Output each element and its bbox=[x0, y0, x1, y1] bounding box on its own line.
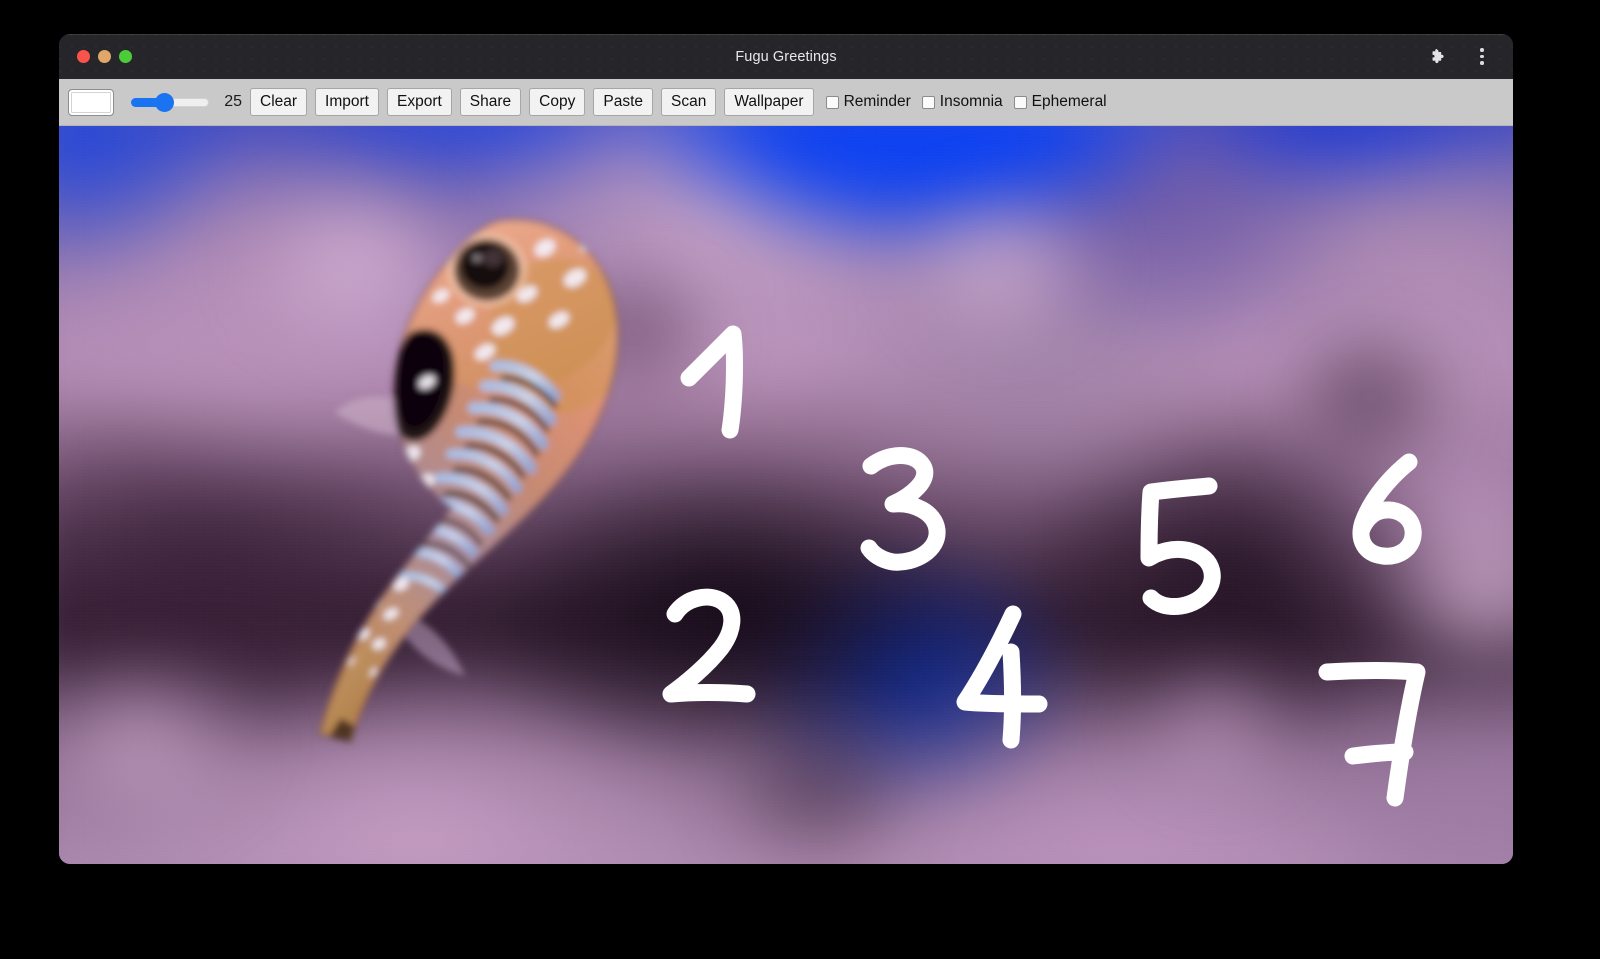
screen: Fugu Greetings 25 Clear Import Export Sh… bbox=[0, 0, 1600, 959]
color-picker-input[interactable] bbox=[68, 88, 114, 116]
ephemeral-checkbox[interactable]: Ephemeral bbox=[1013, 93, 1107, 111]
insomnia-checkbox-label: Insomnia bbox=[939, 93, 1003, 110]
menu-icon[interactable] bbox=[1471, 46, 1493, 68]
title-bar-actions bbox=[1427, 46, 1499, 68]
insomnia-checkbox-box[interactable] bbox=[921, 95, 935, 109]
wallpaper-button[interactable]: Wallpaper bbox=[724, 87, 814, 117]
export-button[interactable]: Export bbox=[386, 87, 452, 117]
reminder-checkbox-label: Reminder bbox=[843, 93, 911, 110]
import-button[interactable]: Import bbox=[315, 87, 379, 117]
minimize-window-button[interactable] bbox=[98, 50, 111, 63]
kebab-dots bbox=[1480, 48, 1484, 65]
share-button[interactable]: Share bbox=[459, 87, 522, 117]
toolbar-checkboxes: Reminder Insomnia Ephemeral bbox=[825, 93, 1116, 111]
drawing-canvas[interactable] bbox=[59, 126, 1513, 864]
reminder-checkbox[interactable]: Reminder bbox=[825, 93, 911, 111]
app-toolbar: 25 Clear Import Export Share Copy Paste … bbox=[59, 79, 1513, 126]
copy-button[interactable]: Copy bbox=[529, 87, 586, 117]
slider-value-label: 25 bbox=[224, 93, 242, 110]
close-window-button[interactable] bbox=[77, 50, 90, 63]
ephemeral-checkbox-box[interactable] bbox=[1013, 95, 1027, 109]
scan-button[interactable]: Scan bbox=[661, 87, 717, 117]
paste-button[interactable]: Paste bbox=[593, 87, 653, 117]
reminder-checkbox-box[interactable] bbox=[825, 95, 839, 109]
clear-button[interactable]: Clear bbox=[250, 87, 308, 117]
title-bar: Fugu Greetings bbox=[59, 34, 1513, 79]
maximize-window-button[interactable] bbox=[119, 50, 132, 63]
insomnia-checkbox[interactable]: Insomnia bbox=[921, 93, 1003, 111]
ephemeral-checkbox-label: Ephemeral bbox=[1031, 93, 1107, 110]
browser-window: Fugu Greetings 25 Clear Import Export Sh… bbox=[59, 34, 1513, 864]
slider-thumb[interactable] bbox=[154, 92, 174, 112]
stroke-width-slider[interactable] bbox=[131, 91, 209, 113]
page-title: Fugu Greetings bbox=[735, 48, 837, 65]
window-controls bbox=[77, 50, 132, 63]
reef-photo-blobs bbox=[59, 126, 1513, 864]
extensions-icon[interactable] bbox=[1427, 46, 1449, 68]
